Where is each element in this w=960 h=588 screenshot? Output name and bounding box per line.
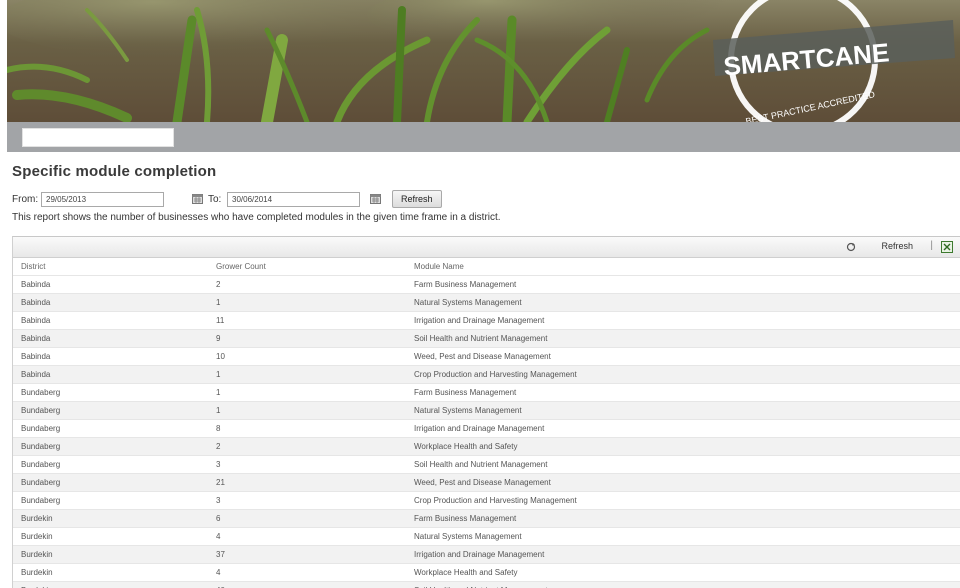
table-row: Babinda1Natural Systems Management (13, 294, 960, 312)
table-row: Babinda11Irrigation and Drainage Managem… (13, 312, 960, 330)
cell-district: Babinda (13, 366, 208, 384)
cell-district: Babinda (13, 348, 208, 366)
cell-grower-count: 11 (208, 312, 406, 330)
export-excel-icon[interactable] (941, 241, 953, 253)
table-row: Babinda2Farm Business Management (13, 276, 960, 294)
table-body: Babinda2Farm Business ManagementBabinda1… (13, 276, 960, 588)
cell-module-name: Natural Systems Management (406, 528, 960, 546)
cell-district: Babinda (13, 294, 208, 312)
cell-module-name: Soil Health and Nutrient Management (406, 330, 960, 348)
cell-module-name: Soil Health and Nutrient Management (406, 456, 960, 474)
cell-module-name: Weed, Pest and Disease Management (406, 474, 960, 492)
report-grid: Refresh | District Grower Count Module N… (12, 236, 960, 588)
table-row: Bundaberg2Workplace Health and Safety (13, 438, 960, 456)
smartcane-logo: SMARTCANE BEST PRACTICE ACCREDITED (683, 0, 960, 122)
to-date-input[interactable] (227, 192, 360, 207)
cell-grower-count: 10 (208, 348, 406, 366)
refresh-button[interactable]: Refresh (392, 190, 442, 208)
cell-module-name: Irrigation and Drainage Management (406, 420, 960, 438)
table-row: Babinda10Weed, Pest and Disease Manageme… (13, 348, 960, 366)
cell-module-name: Crop Production and Harvesting Managemen… (406, 492, 960, 510)
table-row: Bundaberg1Natural Systems Management (13, 402, 960, 420)
cell-district: Babinda (13, 276, 208, 294)
cell-module-name: Natural Systems Management (406, 402, 960, 420)
cell-district: Bundaberg (13, 420, 208, 438)
column-header-grower-count[interactable]: Grower Count (208, 258, 406, 276)
nav-search-box[interactable] (22, 128, 174, 147)
cell-module-name: Natural Systems Management (406, 294, 960, 312)
refresh-icon[interactable] (846, 242, 856, 252)
cell-module-name: Irrigation and Drainage Management (406, 546, 960, 564)
cell-grower-count: 3 (208, 492, 406, 510)
cell-district: Bundaberg (13, 438, 208, 456)
cell-module-name: Weed, Pest and Disease Management (406, 348, 960, 366)
cell-grower-count: 8 (208, 420, 406, 438)
table-row: Bundaberg8Irrigation and Drainage Manage… (13, 420, 960, 438)
cell-grower-count: 3 (208, 456, 406, 474)
cell-district: Burdekin (13, 510, 208, 528)
cell-grower-count: 1 (208, 366, 406, 384)
cell-district: Bundaberg (13, 456, 208, 474)
table-header-row: District Grower Count Module Name (13, 258, 960, 276)
table-row: Bundaberg3Soil Health and Nutrient Manag… (13, 456, 960, 474)
cell-grower-count: 4 (208, 564, 406, 582)
cell-district: Bundaberg (13, 402, 208, 420)
cell-module-name: Crop Production and Harvesting Managemen… (406, 366, 960, 384)
navigation-bar (7, 122, 960, 152)
from-date-input[interactable] (41, 192, 164, 207)
table-row: Burdekin40Soil Health and Nutrient Manag… (13, 582, 960, 588)
cell-district: Burdekin (13, 582, 208, 588)
cell-grower-count: 40 (208, 582, 406, 588)
table-row: Bundaberg3Crop Production and Harvesting… (13, 492, 960, 510)
column-header-district[interactable]: District (13, 258, 208, 276)
cell-module-name: Workplace Health and Safety (406, 438, 960, 456)
cell-module-name: Workplace Health and Safety (406, 564, 960, 582)
cell-district: Bundaberg (13, 384, 208, 402)
table-row: Babinda1Crop Production and Harvesting M… (13, 366, 960, 384)
cell-grower-count: 6 (208, 510, 406, 528)
cell-grower-count: 2 (208, 276, 406, 294)
header-banner: SMARTCANE BEST PRACTICE ACCREDITED (7, 0, 960, 122)
to-label: To: (208, 194, 221, 205)
table-row: Burdekin4Workplace Health and Safety (13, 564, 960, 582)
table-row: Burdekin6Farm Business Management (13, 510, 960, 528)
toolbar-refresh-button[interactable]: Refresh (881, 241, 913, 251)
cell-grower-count: 1 (208, 294, 406, 312)
cell-grower-count: 37 (208, 546, 406, 564)
report-table: District Grower Count Module Name Babind… (13, 258, 960, 588)
report-description: This report shows the number of business… (12, 212, 501, 223)
cell-district: Bundaberg (13, 474, 208, 492)
table-row: Bundaberg1Farm Business Management (13, 384, 960, 402)
cell-grower-count: 9 (208, 330, 406, 348)
cell-district: Burdekin (13, 564, 208, 582)
table-row: Bundaberg21Weed, Pest and Disease Manage… (13, 474, 960, 492)
calendar-icon[interactable] (370, 194, 381, 204)
page-title: Specific module completion (12, 163, 216, 180)
cell-district: Babinda (13, 330, 208, 348)
column-header-module-name[interactable]: Module Name (406, 258, 960, 276)
calendar-icon[interactable] (192, 194, 203, 204)
cell-module-name: Soil Health and Nutrient Management (406, 582, 960, 588)
cell-district: Burdekin (13, 528, 208, 546)
cell-module-name: Farm Business Management (406, 510, 960, 528)
cell-district: Bundaberg (13, 492, 208, 510)
cell-grower-count: 1 (208, 384, 406, 402)
cell-module-name: Irrigation and Drainage Management (406, 312, 960, 330)
cell-grower-count: 21 (208, 474, 406, 492)
cell-district: Burdekin (13, 546, 208, 564)
from-label: From: (12, 194, 38, 205)
cell-grower-count: 4 (208, 528, 406, 546)
cell-grower-count: 1 (208, 402, 406, 420)
report-toolbar: Refresh | (13, 237, 960, 258)
cell-grower-count: 2 (208, 438, 406, 456)
cell-module-name: Farm Business Management (406, 276, 960, 294)
table-row: Babinda9Soil Health and Nutrient Managem… (13, 330, 960, 348)
cell-module-name: Farm Business Management (406, 384, 960, 402)
table-row: Burdekin37Irrigation and Drainage Manage… (13, 546, 960, 564)
cell-district: Babinda (13, 312, 208, 330)
table-row: Burdekin4Natural Systems Management (13, 528, 960, 546)
toolbar-separator: | (930, 240, 933, 251)
